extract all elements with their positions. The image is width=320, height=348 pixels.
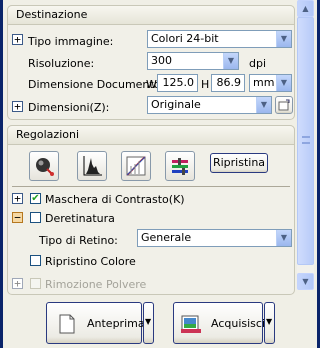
scroll-down-button[interactable]: ▼	[297, 273, 314, 290]
destinazione-header: Destinazione	[7, 5, 295, 25]
risoluzione-value: 300	[151, 54, 172, 67]
rimozione-expand-icon[interactable]: +	[12, 278, 23, 289]
width-label: W	[146, 78, 157, 91]
rimozione-polvere-checkbox[interactable]	[30, 278, 41, 289]
settings-panel: Destinazione + Tipo immagine: Colori 24-…	[3, 0, 317, 348]
anteprima-button[interactable]: Anteprima	[46, 302, 145, 344]
chevron-down-icon[interactable]: ▼	[256, 97, 271, 113]
scan-image-icon	[181, 315, 201, 333]
unit-select[interactable]: mm ▼	[249, 74, 292, 92]
chevron-down-icon[interactable]: ▼	[223, 53, 238, 69]
regolazioni-header-text: Regolazioni	[16, 128, 80, 141]
acquisisci-menu-button[interactable]: ▼	[264, 302, 275, 344]
maschera-label: Maschera di Contrasto(K)	[45, 193, 185, 206]
scroll-thumb[interactable]	[297, 17, 314, 265]
dimensioni-select[interactable]: Originale ▼	[147, 96, 272, 114]
auto-exposure-icon	[36, 158, 54, 176]
height-input[interactable]: 86.9	[211, 74, 245, 92]
unit-value: mm	[253, 76, 275, 89]
sliders-icon	[172, 158, 188, 175]
deretinatura-checkbox[interactable]	[30, 212, 41, 223]
dimensione-documento-label: Dimensione Documento:	[28, 78, 165, 91]
orientation-button[interactable]	[275, 96, 293, 114]
chevron-down-icon[interactable]: ▼	[276, 75, 291, 91]
tipo-retino-value: Generale	[141, 231, 192, 244]
tipo-retino-label: Tipo di Retino:	[39, 234, 118, 247]
rimozione-polvere-label: Rimozione Polvere	[45, 278, 147, 291]
histogram-button[interactable]	[77, 151, 107, 181]
destinazione-header-text: Destinazione	[16, 8, 88, 21]
chevron-down-icon[interactable]: ▼	[276, 230, 291, 246]
dropdown-arrow-icon: ▼	[145, 317, 152, 326]
dpi-label: dpi	[249, 57, 267, 70]
risoluzione-label: Risoluzione:	[28, 57, 95, 70]
dropdown-arrow-icon: ▼	[266, 317, 273, 326]
scroll-up-button[interactable]: ▲	[297, 0, 314, 17]
deretinatura-collapse-icon[interactable]: −	[12, 212, 23, 223]
maschera-checkbox[interactable]: ✔	[30, 193, 41, 204]
dimensioni-expand-icon[interactable]: +	[12, 101, 23, 112]
anteprima-label: Anteprima	[87, 317, 145, 330]
deretinatura-label: Deretinatura	[45, 212, 115, 225]
auto-exposure-button[interactable]	[29, 151, 59, 181]
image-adjustment-button[interactable]	[165, 151, 195, 181]
anteprima-menu-button[interactable]: ▼	[143, 302, 154, 344]
width-input[interactable]: 125.0	[157, 74, 198, 92]
regolazioni-divider	[12, 186, 290, 187]
dimensioni-label: Dimensioni(Z):	[28, 101, 110, 114]
dimensioni-value: Originale	[151, 98, 201, 111]
maschera-expand-icon[interactable]: +	[12, 193, 23, 204]
tipo-retino-select[interactable]: Generale ▼	[137, 229, 292, 247]
document-icon	[59, 314, 75, 334]
acquisisci-button[interactable]: Acquisisci	[173, 302, 266, 344]
ripristino-colore-label: Ripristino Colore	[45, 255, 136, 268]
ripristina-button[interactable]: Ripristina	[210, 153, 268, 173]
tipo-immagine-label: Tipo immagine:	[28, 35, 114, 48]
thumb-grip-icon	[302, 136, 310, 144]
tipo-immagine-value: Colori 24-bit	[151, 32, 219, 45]
ripristino-colore-checkbox[interactable]	[30, 255, 41, 266]
risoluzione-select[interactable]: 300 ▼	[147, 52, 239, 70]
histogram-icon	[83, 156, 102, 176]
tipo-immagine-select[interactable]: Colori 24-bit ▼	[147, 30, 292, 48]
vertical-scrollbar[interactable]: ▲ ▼	[297, 0, 314, 290]
tipo-immagine-expand-icon[interactable]: +	[12, 34, 23, 45]
regolazioni-header: Regolazioni	[7, 125, 295, 145]
chevron-down-icon[interactable]: ▼	[276, 31, 291, 47]
ripristina-label: Ripristina	[212, 156, 266, 169]
tone-correction-button[interactable]	[121, 151, 151, 181]
acquisisci-label: Acquisisci	[211, 317, 266, 330]
height-label: H	[201, 78, 210, 91]
tone-curve-icon	[126, 156, 146, 176]
checkmark-icon: ✔	[31, 193, 40, 204]
rotate-icon	[278, 99, 290, 111]
